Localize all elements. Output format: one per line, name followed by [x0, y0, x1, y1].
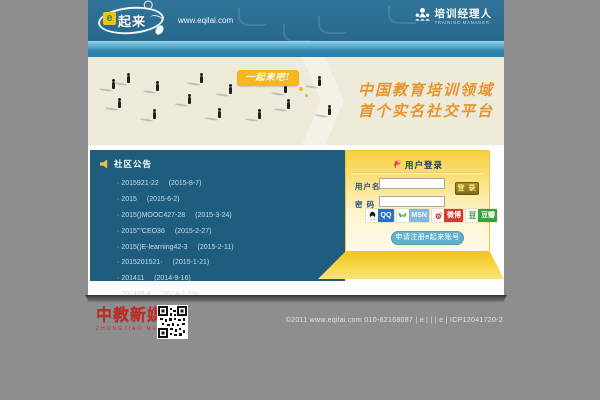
qr-code	[157, 305, 188, 339]
notice-item-title: 2015921-22	[121, 180, 159, 188]
login-button[interactable]: 登 录	[455, 182, 479, 195]
community-notice-panel: 社区公告 2015921-22 (2015-8-7) 2015 (2015-6-…	[90, 150, 345, 298]
douban-icon: 豆	[466, 209, 479, 222]
people-group-icon	[414, 7, 431, 27]
login-box: 用户登录 用户名 密 码 登 录 QQ MSN 微博 豆 豆瓣 申请注册e起来账…	[345, 150, 498, 252]
msn-label: MSN	[408, 209, 430, 222]
notice-item[interactable]: 201411 (2014-9-16)	[117, 271, 339, 287]
weibo-eye-icon	[432, 209, 445, 222]
notice-item[interactable]: 2015201521· (2015-1-21)	[117, 255, 339, 271]
banner-slogan: 中国教育培训领域 首个实名社交平台	[358, 80, 494, 122]
msn-login-button[interactable]: MSN	[396, 209, 430, 222]
notice-item[interactable]: 2015()E-learning42-3 (2015-2-11)	[117, 239, 339, 255]
qq-penguin-icon	[366, 209, 378, 222]
notice-item-date: (2015-2-27)	[174, 227, 212, 235]
weibo-label: 微博	[444, 209, 464, 222]
qq-label: QQ	[378, 209, 394, 222]
person-silhouette	[215, 84, 232, 97]
header-decoration	[238, 8, 266, 26]
page-background: e 起来 www.eqilai.com 培训经理人 TRAINING MANAG…	[0, 0, 600, 400]
copyright-text: ©2011 www.eqilai.com 010-62168087 | e | …	[285, 317, 503, 324]
notice-item-title: 2015	[121, 196, 137, 204]
person-silhouette	[304, 76, 321, 89]
person-silhouette	[139, 109, 156, 122]
person-silhouette	[113, 73, 130, 86]
logo-e-badge: e	[103, 12, 116, 25]
header-decoration	[283, 24, 311, 41]
brand-subtitle: TRAINING MANAGER	[434, 20, 490, 25]
person-silhouette	[142, 81, 159, 94]
header-decoration	[388, 6, 416, 24]
qq-login-button[interactable]: QQ	[366, 209, 394, 222]
notice-item-title: 2015()E-learning42-3	[121, 243, 188, 251]
login-box-fold-decoration	[318, 252, 504, 279]
douban-label: 豆瓣	[478, 209, 498, 222]
notice-item-title: 2015()MOOC427-28	[121, 211, 186, 219]
person-silhouette	[98, 79, 115, 92]
notice-header: 社区公告	[100, 158, 152, 170]
person-silhouette	[186, 73, 203, 86]
person-silhouette	[314, 105, 331, 118]
notice-list: 2015921-22 (2015-8-7) 2015 (2015-6-2) 20…	[117, 176, 339, 302]
divider	[352, 172, 483, 173]
person-silhouette	[174, 94, 191, 107]
notice-item[interactable]: 2015 (2015-6-2)	[117, 192, 339, 208]
username-input[interactable]	[379, 178, 445, 189]
notice-item-title: 201411	[121, 275, 145, 283]
notice-item-date: (2014-9-16)	[154, 275, 191, 283]
chevron-decoration	[302, 57, 344, 145]
page-bottom-shadow	[85, 295, 507, 303]
notice-item-date: (2015-2-11)	[197, 243, 234, 251]
header-decoration	[318, 16, 346, 34]
hero-banner: 一起来吧! 中国教育培训领域 首个实名社交平台	[88, 57, 504, 145]
logo-text: 起来	[118, 14, 147, 29]
join-cta-button[interactable]: 一起来吧!	[237, 70, 308, 97]
notice-item-date: (2015-3-24)	[195, 211, 232, 219]
username-label: 用户名	[355, 182, 381, 191]
notice-item-title: 2015""CEO36	[121, 227, 165, 235]
password-input[interactable]	[379, 196, 445, 207]
register-button[interactable]: 申请注册e起来账号	[391, 231, 464, 245]
notice-item[interactable]: 2015()MOOC427-28 (2015-3-24)	[117, 208, 339, 224]
social-login-row: QQ MSN 微博 豆 豆瓣	[366, 209, 498, 222]
notice-title: 社区公告	[114, 159, 153, 169]
slogan-line-2: 首个实名社交平台	[357, 102, 494, 120]
person-silhouette	[273, 99, 290, 112]
notice-item-date: (2015-6-2)	[146, 196, 180, 204]
weibo-login-button[interactable]: 微博	[432, 209, 464, 222]
training-manager-brand[interactable]: 培训经理人 TRAINING MANAGER	[414, 7, 493, 27]
nav-bar	[88, 41, 504, 57]
msn-butterfly-icon	[396, 209, 409, 222]
notice-item[interactable]: 2015""CEO36 (2015-2-27)	[117, 223, 339, 239]
notice-item-title: 2015201521·	[121, 259, 163, 267]
slogan-line-1: 中国教育培训领域	[357, 81, 494, 99]
login-title: 用户登录	[404, 160, 443, 170]
person-silhouette	[104, 98, 121, 111]
person-silhouette	[204, 108, 221, 121]
notice-item[interactable]: 2015921-22 (2015-8-7)	[117, 176, 339, 192]
notice-item-date: (2015-8-7)	[168, 180, 202, 188]
notice-item-date: (2015-1-21)	[172, 259, 210, 267]
douban-login-button[interactable]: 豆 豆瓣	[466, 209, 498, 222]
site-url[interactable]: www.eqilai.com	[178, 16, 233, 25]
person-silhouette	[244, 109, 261, 122]
speaker-icon	[100, 159, 108, 169]
header: e 起来 www.eqilai.com 培训经理人 TRAINING MANAG…	[88, 0, 504, 41]
brand-title: 培训经理人	[434, 7, 492, 20]
